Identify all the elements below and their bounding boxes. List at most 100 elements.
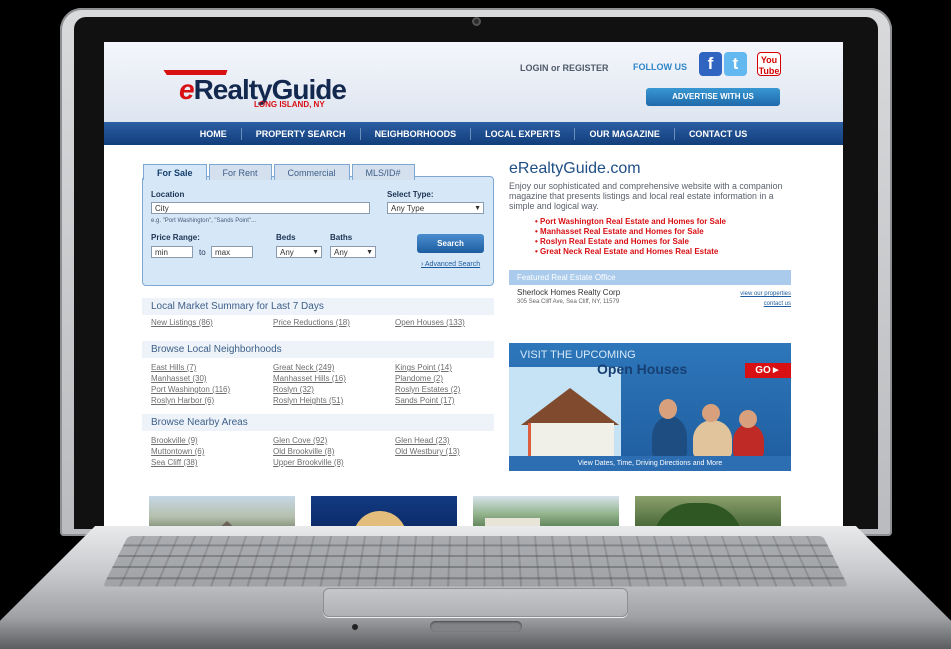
nearby-area-link[interactable]: Old Brookville (8) xyxy=(273,447,395,456)
neighborhood-link[interactable]: Port Washington (116) xyxy=(151,385,273,394)
main-content: For Sale For Rent Commercial MLS/ID# Loc… xyxy=(142,160,792,526)
site-header: eRealtyGuide LONG ISLAND, NY LOGIN or RE… xyxy=(104,42,843,134)
site-introduction: eRealtyGuide.com Enjoy our sophisticated… xyxy=(509,160,791,257)
facebook-icon[interactable]: f xyxy=(699,52,722,76)
tab-mls-id[interactable]: MLS/ID# xyxy=(352,164,415,180)
neighborhood-link[interactable]: Plandome (2) xyxy=(395,374,494,383)
website-screen: eRealtyGuide LONG ISLAND, NY LOGIN or RE… xyxy=(104,42,843,526)
contact-us-link[interactable]: contact us xyxy=(764,301,791,307)
featured-office-title: Featured Real Estate Office xyxy=(509,270,791,285)
person-shape xyxy=(693,420,732,458)
property-photo[interactable] xyxy=(635,496,781,526)
location-hint: e.g. "Port Washington", "Sands Point"... xyxy=(151,218,256,224)
neighborhood-link[interactable]: Roslyn Harbor (6) xyxy=(151,396,273,405)
sleep-light-icon xyxy=(352,624,358,630)
house-wall xyxy=(528,423,614,457)
nearby-area-links: Brookville (9) Glen Cove (92) Glen Head … xyxy=(151,436,494,467)
open-houses-link[interactable]: Open Houses (133) xyxy=(395,318,494,327)
search-tabs: For Sale For Rent Commercial MLS/ID# xyxy=(143,164,415,180)
logo-subtitle: LONG ISLAND, NY xyxy=(254,100,325,109)
property-photo[interactable] xyxy=(473,496,619,526)
manhasset-link[interactable]: Manhasset Real Estate and Homes for Sale xyxy=(535,227,791,237)
baths-select[interactable]: Any ▼ xyxy=(330,246,376,258)
laptop-latch xyxy=(430,621,522,632)
neighborhood-link[interactable]: Roslyn Estates (2) xyxy=(395,385,494,394)
search-button[interactable]: Search xyxy=(417,234,484,253)
nearby-area-link[interactable]: Brookville (9) xyxy=(151,436,273,445)
nearby-area-link[interactable]: Upper Brookville (8) xyxy=(273,458,395,467)
advertise-button[interactable]: ADVERTISE WITH US xyxy=(646,88,780,106)
property-photo[interactable] xyxy=(149,496,295,526)
nav-property-search[interactable]: PROPERTY SEARCH xyxy=(242,128,361,140)
chevron-down-icon: ▼ xyxy=(312,247,319,258)
view-properties-link[interactable]: view our properties xyxy=(740,291,791,297)
tab-for-rent[interactable]: For Rent xyxy=(209,164,272,180)
follow-us-label: FOLLOW US xyxy=(633,62,687,72)
nearby-area-link[interactable]: Muttontown (6) xyxy=(151,447,273,456)
price-reductions-link[interactable]: Price Reductions (18) xyxy=(273,318,395,327)
neighborhood-link[interactable]: Roslyn (32) xyxy=(273,385,395,394)
youtube-icon[interactable]: You Tube xyxy=(757,52,781,76)
neighborhood-link[interactable]: Sands Point (17) xyxy=(395,396,494,405)
beds-label: Beds xyxy=(276,233,296,242)
browse-nearby-title: Browse Nearby Areas xyxy=(142,414,494,431)
account-links: LOGIN or REGISTER xyxy=(520,63,609,73)
nearby-area-link[interactable]: Glen Cove (92) xyxy=(273,436,395,445)
person-shape xyxy=(652,416,687,458)
person-face xyxy=(659,399,677,419)
site-description: Enjoy our sophisticated and comprehensiv… xyxy=(509,181,791,211)
port-washington-link[interactable]: Port Washington Real Estate and Homes fo… xyxy=(535,217,791,227)
market-summary-links: New Listings (86) Price Reductions (18) … xyxy=(151,318,494,327)
market-summary-title: Local Market Summary for Last 7 Days xyxy=(142,298,494,315)
nav-neighborhoods[interactable]: NEIGHBORHOODS xyxy=(361,128,472,140)
nearby-area-link[interactable]: Glen Head (23) xyxy=(395,436,494,445)
neighborhood-link[interactable]: Kings Point (14) xyxy=(395,363,494,372)
price-range-label: Price Range: xyxy=(151,233,200,242)
nav-contact-us[interactable]: CONTACT US xyxy=(675,128,761,140)
site-logo[interactable]: eRealtyGuide LONG ISLAND, NY xyxy=(161,62,351,112)
price-min-input[interactable]: min xyxy=(151,246,193,258)
person-face xyxy=(702,404,720,422)
open-houses-banner[interactable]: VISIT THE UPCOMING Open Houses GO► View … xyxy=(509,343,791,471)
banner-upcoming-text: VISIT THE UPCOMING xyxy=(520,349,636,361)
login-link[interactable]: LOGIN xyxy=(520,63,549,73)
login-register-separator: or xyxy=(551,63,560,73)
person-face xyxy=(739,410,757,428)
beds-select[interactable]: Any ▼ xyxy=(276,246,322,258)
advanced-search-link[interactable]: › Advanced Search xyxy=(421,261,480,268)
location-label: Location xyxy=(151,190,184,199)
neighborhood-link[interactable]: Manhasset (30) xyxy=(151,374,273,383)
location-input[interactable]: City xyxy=(151,202,370,214)
go-button[interactable]: GO► xyxy=(745,363,791,378)
banner-open-houses-text: Open Houses xyxy=(597,361,687,377)
nav-home[interactable]: HOME xyxy=(186,128,242,140)
banner-footer-text: View Dates, Time, Driving Directions and… xyxy=(509,456,791,471)
nearby-area-link[interactable]: Old Westbury (13) xyxy=(395,447,494,456)
register-link[interactable]: REGISTER xyxy=(563,63,609,73)
price-max-input[interactable]: max xyxy=(211,246,253,258)
person-shape xyxy=(733,424,764,458)
featured-office-name: Sherlock Homes Realty Corp xyxy=(517,288,620,297)
great-neck-link[interactable]: Great Neck Real Estate and Homes Real Es… xyxy=(535,247,791,257)
nav-our-magazine[interactable]: OUR MAGAZINE xyxy=(575,128,675,140)
baths-label: Baths xyxy=(330,233,352,242)
tab-commercial[interactable]: Commercial xyxy=(274,164,350,180)
type-select[interactable]: Any Type ▼ xyxy=(387,202,484,214)
laptop-scene: eRealtyGuide LONG ISLAND, NY LOGIN or RE… xyxy=(0,0,951,649)
nav-local-experts[interactable]: LOCAL EXPERTS xyxy=(471,128,575,140)
twitter-icon[interactable]: t xyxy=(724,52,747,76)
neighborhood-link[interactable]: Manhasset Hills (16) xyxy=(273,374,395,383)
keyboard-image xyxy=(103,536,849,587)
new-listings-link[interactable]: New Listings (86) xyxy=(151,318,273,327)
neighborhood-link[interactable]: East Hills (7) xyxy=(151,363,273,372)
property-search-panel: For Sale For Rent Commercial MLS/ID# Loc… xyxy=(142,176,494,286)
tab-for-sale[interactable]: For Sale xyxy=(143,164,207,180)
neighborhood-link[interactable]: Great Neck (249) xyxy=(273,363,395,372)
price-to-label: to xyxy=(199,248,206,257)
roslyn-link[interactable]: Roslyn Real Estate and Homes for Sale xyxy=(535,237,791,247)
type-label: Select Type: xyxy=(387,190,434,199)
main-navigation: HOME PROPERTY SEARCH NEIGHBORHOODS LOCAL… xyxy=(104,122,843,145)
property-photo[interactable] xyxy=(311,496,457,526)
nearby-area-link[interactable]: Sea Cliff (38) xyxy=(151,458,273,467)
neighborhood-link[interactable]: Roslyn Heights (51) xyxy=(273,396,395,405)
